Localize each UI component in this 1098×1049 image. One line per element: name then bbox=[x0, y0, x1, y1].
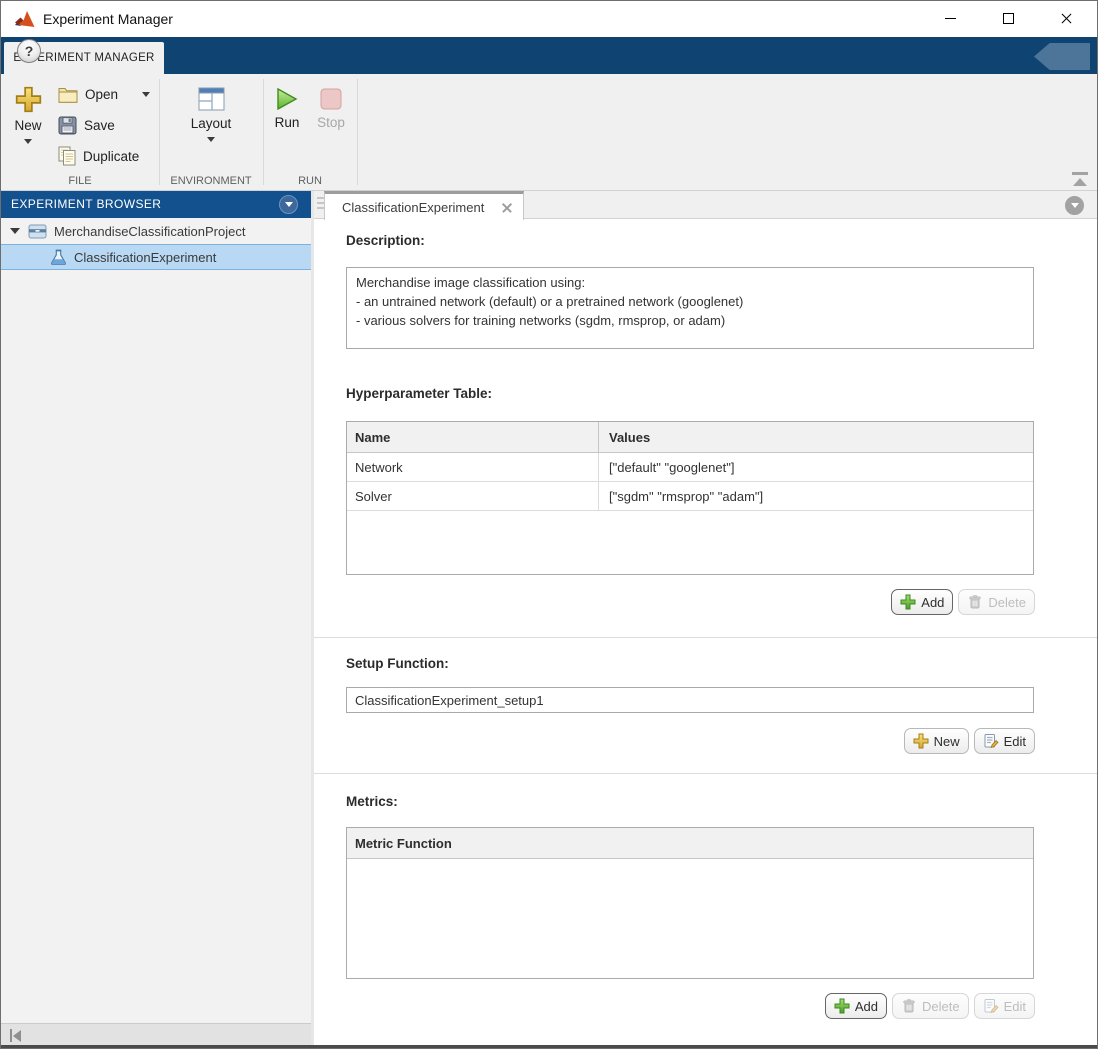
new-button[interactable]: New bbox=[5, 77, 51, 172]
group-separator bbox=[357, 79, 358, 185]
trash-icon bbox=[969, 595, 982, 609]
folder-icon bbox=[58, 87, 78, 103]
plus-icon bbox=[834, 998, 850, 1014]
new-plus-icon bbox=[15, 86, 41, 113]
experiment-browser-header: EXPERIMENT BROWSER bbox=[1, 191, 311, 218]
chevron-up-icon bbox=[1073, 178, 1087, 186]
environment-group-label: ENVIRONMENT bbox=[170, 175, 252, 187]
tab-close-icon[interactable] bbox=[501, 201, 513, 213]
collapse-left-icon bbox=[10, 1029, 12, 1042]
hyperparameter-add-button[interactable]: Add bbox=[891, 589, 954, 615]
app-window: Experiment Manager EXPERIMENT MANAGER ? … bbox=[0, 0, 1098, 1049]
description-box[interactable]: Merchandise image classification using: … bbox=[346, 267, 1034, 349]
tree-item-project[interactable]: MerchandiseClassificationProject bbox=[1, 218, 311, 244]
column-header-values: Values bbox=[609, 429, 651, 445]
edit-icon bbox=[984, 999, 999, 1014]
trash-icon bbox=[903, 999, 915, 1013]
file-group-label: FILE bbox=[68, 175, 92, 187]
plus-icon bbox=[913, 733, 929, 749]
close-button[interactable] bbox=[1043, 1, 1089, 35]
metric-function-header: Metric Function bbox=[347, 828, 1033, 859]
cell-network-values[interactable]: ["default" "googlenet"] bbox=[599, 453, 1033, 481]
table-row: Solver ["sgdm" "rmsprop" "adam"] bbox=[347, 482, 1033, 511]
toolstrip: New Open Save Duplicate FILE Layout ENVI… bbox=[1, 74, 1097, 191]
maximize-icon bbox=[1002, 12, 1014, 24]
panel-title: EXPERIMENT BROWSER bbox=[11, 197, 162, 211]
close-icon bbox=[1060, 12, 1073, 25]
table-row: Network ["default" "googlenet"] bbox=[347, 453, 1033, 482]
setup-function-input[interactable] bbox=[346, 687, 1034, 713]
title-bar: Experiment Manager bbox=[1, 1, 1097, 37]
open-dropdown-icon[interactable] bbox=[142, 91, 150, 97]
floppy-icon bbox=[58, 116, 77, 134]
window-title: Experiment Manager bbox=[43, 11, 173, 27]
flask-icon bbox=[51, 249, 66, 265]
experiment-label: ClassificationExperiment bbox=[74, 249, 217, 265]
setup-function-label: Setup Function: bbox=[346, 656, 449, 671]
document-tab-bar: ClassificationExperiment bbox=[314, 191, 1097, 220]
project-label: MerchandiseClassificationProject bbox=[54, 223, 246, 239]
minimize-icon bbox=[944, 17, 956, 19]
setup-new-button[interactable]: New bbox=[903, 728, 969, 754]
metrics-delete-button: Delete bbox=[892, 993, 969, 1019]
cell-solver-name[interactable]: Solver bbox=[347, 482, 599, 510]
run-icon bbox=[277, 88, 298, 110]
experiment-browser-panel: EXPERIMENT BROWSER MerchandiseClassifica… bbox=[1, 191, 311, 1023]
chevron-down-icon bbox=[1070, 203, 1079, 208]
matlab-logo-icon bbox=[15, 11, 35, 27]
setup-edit-button[interactable]: Edit bbox=[973, 728, 1035, 754]
maximize-button[interactable] bbox=[985, 1, 1031, 35]
document-area: ClassificationExperiment Description: Me… bbox=[314, 191, 1097, 1045]
cell-network-name[interactable]: Network bbox=[347, 453, 599, 481]
tab-label: ClassificationExperiment bbox=[342, 199, 485, 215]
duplicate-button[interactable]: Duplicate bbox=[53, 142, 159, 170]
edit-icon bbox=[984, 734, 999, 749]
tabbar-menu-button[interactable] bbox=[1065, 196, 1084, 215]
table-header-row: Name Values bbox=[347, 422, 1033, 453]
run-button[interactable]: Run bbox=[267, 77, 307, 172]
layout-button[interactable]: Layout bbox=[181, 77, 241, 172]
plus-icon bbox=[900, 594, 916, 610]
stop-button: Stop bbox=[309, 77, 353, 172]
help-arrow-shape bbox=[1034, 43, 1090, 70]
section-divider bbox=[314, 637, 1097, 638]
hyperparameter-delete-button: Delete bbox=[958, 589, 1035, 615]
group-separator bbox=[159, 79, 160, 185]
expander-icon[interactable] bbox=[10, 228, 20, 234]
help-button[interactable]: ? bbox=[17, 38, 41, 63]
ribbon-tab-strip: EXPERIMENT MANAGER ? bbox=[1, 37, 1097, 74]
chevron-down-icon bbox=[207, 137, 215, 142]
sidebar-footer bbox=[1, 1023, 311, 1046]
open-button[interactable]: Open bbox=[53, 80, 159, 108]
sidebar-collapse-button[interactable] bbox=[10, 1029, 24, 1042]
metrics-edit-button: Edit bbox=[973, 993, 1035, 1019]
metrics-label: Metrics: bbox=[346, 794, 398, 809]
minimize-button[interactable] bbox=[927, 1, 973, 35]
group-separator bbox=[263, 79, 264, 185]
layout-icon bbox=[198, 87, 224, 111]
metrics-add-button[interactable]: Add bbox=[824, 993, 888, 1019]
duplicate-icon bbox=[58, 146, 76, 166]
description-label: Description: bbox=[346, 233, 425, 248]
metrics-table: Metric Function bbox=[346, 827, 1034, 979]
section-divider bbox=[314, 773, 1097, 774]
column-header-name: Name bbox=[347, 422, 599, 452]
hyperparameter-table: Name Values Network ["default" "googlene… bbox=[346, 421, 1034, 575]
chevron-down-icon bbox=[284, 202, 293, 207]
hyperparameter-label: Hyperparameter Table: bbox=[346, 386, 493, 401]
cell-solver-values[interactable]: ["sgdm" "rmsprop" "adam"] bbox=[599, 482, 1033, 510]
question-icon: ? bbox=[24, 42, 34, 59]
collapse-bar-icon bbox=[1072, 172, 1088, 175]
collapse-ribbon-button[interactable] bbox=[1072, 172, 1088, 186]
tree-item-experiment[interactable]: ClassificationExperiment bbox=[1, 244, 311, 270]
save-button[interactable]: Save bbox=[53, 111, 159, 139]
document-tab[interactable]: ClassificationExperiment bbox=[324, 191, 524, 220]
project-icon bbox=[28, 224, 47, 238]
stop-icon bbox=[320, 88, 342, 110]
experiment-definition-pane: Description: Merchandise image classific… bbox=[314, 219, 1097, 1045]
run-group-label: RUN bbox=[298, 175, 322, 187]
window-bottom-border bbox=[1, 1045, 1097, 1048]
chevron-down-icon bbox=[24, 139, 32, 144]
panel-menu-button[interactable] bbox=[279, 195, 298, 214]
